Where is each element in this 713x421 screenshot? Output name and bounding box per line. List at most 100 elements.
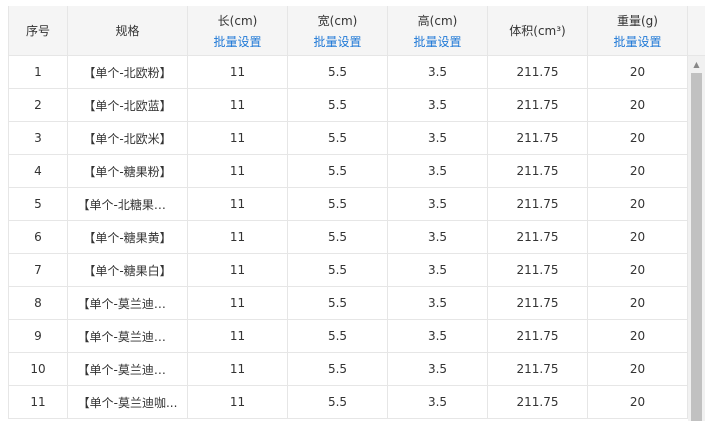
batch-set-weight-link[interactable]: 批量设置 [613,33,661,50]
cell-height[interactable]: 3.5 [388,221,488,254]
batch-set-width-link[interactable]: 批量设置 [313,33,361,50]
header-height: 高(cm) 批量设置 [388,6,488,56]
cell-height[interactable]: 3.5 [388,89,488,122]
cell-length[interactable]: 11 [188,188,288,221]
cell-volume: 211.75 [488,287,588,320]
cell-index: 4 [8,155,68,188]
batch-set-height-link[interactable]: 批量设置 [413,33,461,50]
cell-height[interactable]: 3.5 [388,56,488,89]
cell-index: 9 [8,320,68,353]
cell-weight[interactable]: 20 [588,122,688,155]
cell-volume: 211.75 [488,353,588,386]
cell-length[interactable]: 11 [188,89,288,122]
cell-width[interactable]: 5.5 [288,320,388,353]
cell-width[interactable]: 5.5 [288,122,388,155]
spec-text: 【单个-糖果黄】 [83,230,172,245]
cell-length[interactable]: 11 [188,287,288,320]
cell-height[interactable]: 3.5 [388,386,488,419]
cell-volume: 211.75 [488,89,588,122]
spec-text: 【单个-糖果粉】 [83,164,172,179]
cell-weight[interactable]: 20 [588,221,688,254]
spec-text: 【单个-糖果白】 [83,263,172,278]
cell-spec: 【单个-莫兰迪紫】 [68,287,188,320]
spec-text: 【单个-北欧米】 [83,131,172,146]
cell-height[interactable]: 3.5 [388,155,488,188]
cell-volume: 211.75 [488,122,588,155]
cell-height[interactable]: 3.5 [388,254,488,287]
cell-width[interactable]: 5.5 [288,56,388,89]
cell-index: 3 [8,122,68,155]
header-label: 宽(cm) [317,13,358,28]
cell-length[interactable]: 11 [188,155,288,188]
cell-weight[interactable]: 20 [588,386,688,419]
cell-length[interactable]: 11 [188,254,288,287]
cell-width[interactable]: 5.5 [288,89,388,122]
spec-text: 【单个-北欧蓝】 [83,98,172,113]
header-length: 长(cm) 批量设置 [188,6,288,56]
cell-spec: 【单个-糖果白】 [68,254,188,287]
cell-spec: 【单个-莫兰迪蓝】 [68,320,188,353]
cell-spec: 【单个-莫兰迪黄】 [68,353,188,386]
cell-spec: 【单个-糖果黄】 [68,221,188,254]
scroll-up-arrow-icon[interactable]: ▲ [688,56,705,73]
cell-weight[interactable]: 20 [588,287,688,320]
cell-weight[interactable]: 20 [588,188,688,221]
cell-index: 6 [8,221,68,254]
spec-text: 【单个-莫兰迪咖... [77,395,178,410]
cell-index: 8 [8,287,68,320]
header-width: 宽(cm) 批量设置 [288,6,388,56]
vertical-scrollbar[interactable]: ▲ [688,56,705,421]
cell-width[interactable]: 5.5 [288,254,388,287]
cell-length[interactable]: 11 [188,320,288,353]
spec-text: 【单个-莫兰迪黄】 [77,362,178,377]
header-weight: 重量(g) 批量设置 [588,6,688,56]
cell-length[interactable]: 11 [188,221,288,254]
cell-spec: 【单个-北欧米】 [68,122,188,155]
cell-length[interactable]: 11 [188,56,288,89]
cell-weight[interactable]: 20 [588,56,688,89]
cell-weight[interactable]: 20 [588,254,688,287]
cell-width[interactable]: 5.5 [288,155,388,188]
cell-height[interactable]: 3.5 [388,122,488,155]
header-label: 长(cm) [217,13,258,28]
cell-weight[interactable]: 20 [588,155,688,188]
cell-volume: 211.75 [488,56,588,89]
cell-weight[interactable]: 20 [588,89,688,122]
header-label: 体积(cm³) [509,24,566,38]
cell-index: 5 [8,188,68,221]
cell-spec: 【单个-北欧粉】 [68,56,188,89]
scroll-thumb[interactable] [691,73,702,421]
cell-length[interactable]: 11 [188,353,288,386]
cell-index: 1 [8,56,68,89]
cell-height[interactable]: 3.5 [388,353,488,386]
cell-width[interactable]: 5.5 [288,353,388,386]
cell-index: 7 [8,254,68,287]
cell-width[interactable]: 5.5 [288,287,388,320]
cell-length[interactable]: 11 [188,386,288,419]
cell-spec: 【单个-北欧蓝】 [68,89,188,122]
cell-height[interactable]: 3.5 [388,320,488,353]
spec-text: 【单个-北欧粉】 [83,65,172,80]
header-spec: 规格 [68,6,188,56]
cell-length[interactable]: 11 [188,122,288,155]
cell-height[interactable]: 3.5 [388,188,488,221]
cell-index: 11 [8,386,68,419]
cell-width[interactable]: 5.5 [288,221,388,254]
header-label: 重量(g) [617,13,658,28]
cell-index: 10 [8,353,68,386]
cell-width[interactable]: 5.5 [288,188,388,221]
spec-size-table-panel: 序号 规格 长(cm) 批量设置 宽(cm) 批量设置 高(cm) 批量设置 体… [0,0,713,421]
batch-set-length-link[interactable]: 批量设置 [213,33,261,50]
cell-volume: 211.75 [488,188,588,221]
cell-width[interactable]: 5.5 [288,386,388,419]
cell-index: 2 [8,89,68,122]
cell-volume: 211.75 [488,221,588,254]
header-label: 序号 [25,24,50,38]
spec-text: 【单个-莫兰迪蓝】 [77,329,178,344]
cell-volume: 211.75 [488,155,588,188]
cell-weight[interactable]: 20 [588,320,688,353]
spec-text: 【单个-莫兰迪紫】 [77,296,178,311]
cell-weight[interactable]: 20 [588,353,688,386]
cell-height[interactable]: 3.5 [388,287,488,320]
cell-volume: 211.75 [488,320,588,353]
